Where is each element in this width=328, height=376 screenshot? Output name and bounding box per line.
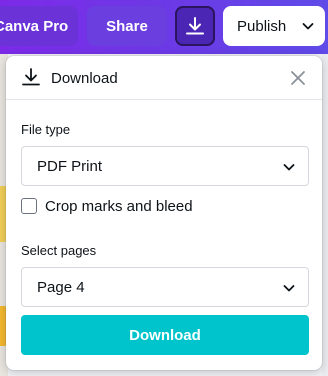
select-pages-select[interactable]: Page 4 <box>21 267 309 307</box>
crop-marks-option: Crop marks and bleed <box>21 197 221 217</box>
file-type-label: File type <box>21 122 71 137</box>
download-toggle-button[interactable] <box>175 6 215 46</box>
download-icon <box>186 17 204 35</box>
file-type-select[interactable]: PDF Print <box>21 146 309 186</box>
download-button[interactable]: Download <box>21 315 309 355</box>
download-button-label: Download <box>129 326 201 344</box>
close-icon[interactable] <box>287 67 309 89</box>
canva-pro-button[interactable]: Canva Pro <box>0 6 78 46</box>
share-label: Share <box>106 17 148 35</box>
crop-marks-checkbox[interactable] <box>21 198 37 214</box>
chevron-down-icon <box>283 285 295 292</box>
chevron-down-icon <box>283 164 295 171</box>
crop-marks-label[interactable]: Crop marks and bleed <box>45 198 193 215</box>
file-type-value: PDF Print <box>37 158 103 175</box>
download-panel: Download File type PDF Print Crop marks … <box>6 56 322 370</box>
panel-header: Download <box>6 56 322 100</box>
canvas-edge <box>322 54 328 376</box>
select-pages-label: Select pages <box>21 243 97 258</box>
publish-button[interactable]: Publish <box>223 6 325 46</box>
select-pages-value: Page 4 <box>37 279 85 296</box>
chevron-down-icon <box>302 23 314 30</box>
editor-header: Canva Pro Share Publish <box>0 0 328 54</box>
download-icon <box>22 68 40 86</box>
canva-pro-label: Canva Pro <box>0 17 69 35</box>
publish-label: Publish <box>237 17 287 35</box>
share-button[interactable]: Share <box>87 6 167 46</box>
panel-title: Download <box>51 70 118 87</box>
